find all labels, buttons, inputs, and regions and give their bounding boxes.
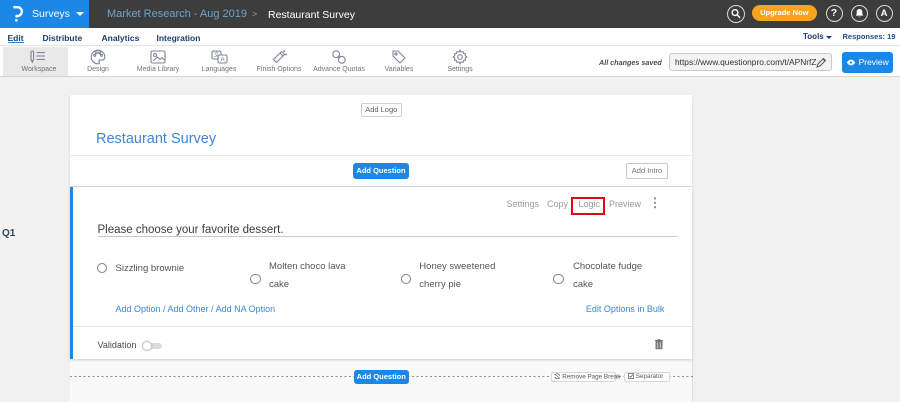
svg-text:文: 文: [213, 51, 219, 59]
svg-text:A: A: [220, 57, 225, 64]
